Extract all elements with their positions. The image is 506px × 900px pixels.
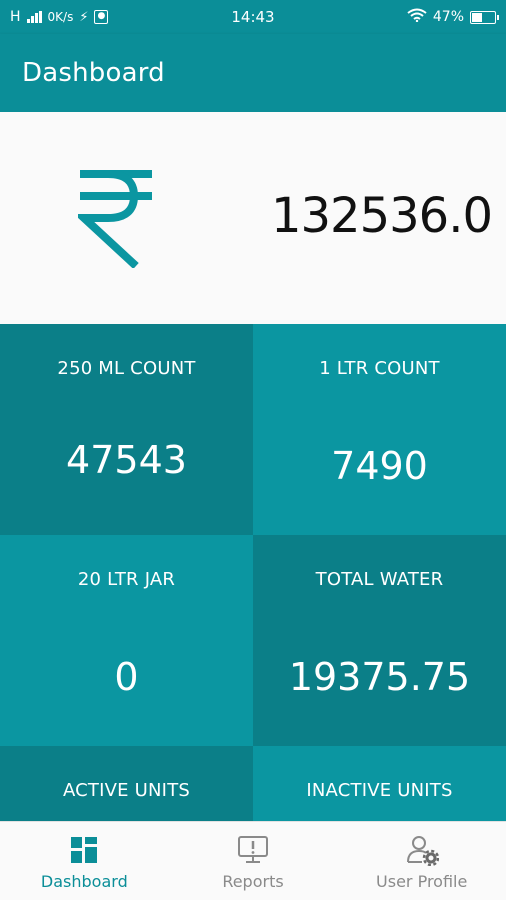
tile-inactive-units[interactable]: INACTIVE UNITS [253,746,506,821]
nav-item-reports[interactable]: Reports [169,822,338,900]
tile-label: TOTAL WATER [315,569,444,590]
nav-item-dashboard[interactable]: Dashboard [0,822,169,900]
battery-level-fill [472,12,482,22]
user-settings-icon [405,834,439,866]
tile-label: 250 ML COUNT [57,358,196,379]
tile-250ml-count[interactable]: 250 ML COUNT 47543 [0,324,253,535]
nav-label: Dashboard [40,872,128,891]
battery-icon [470,10,499,24]
wifi-icon [407,8,427,26]
signal-strength-icon [26,11,42,23]
notification-app-icon: ● [94,10,109,24]
total-amount: 132536.0 [270,188,493,244]
tile-label: ACTIVE UNITS [62,780,191,801]
nav-label: User Profile [376,872,468,891]
tile-total-water[interactable]: TOTAL WATER 19375.75 [253,535,506,746]
tile-value: 47543 [66,438,187,482]
tile-label: INACTIVE UNITS [306,780,453,801]
tile-value: 7490 [331,444,428,488]
network-type-label: H [10,9,21,25]
tile-value: 19375.75 [288,655,471,699]
page-title: Dashboard [22,58,165,88]
nav-item-user-profile[interactable]: User Profile [337,822,506,900]
status-bar: H 0K/s ⚡ ● 14:43 47% [0,0,506,34]
nav-label: Reports [222,872,284,891]
tile-value: 0 [114,655,139,699]
monitor-alert-icon [237,834,269,866]
network-speed: 0K/s [47,10,74,24]
bottom-navigation: Dashboard Reports User Profile [0,821,506,900]
app-bar: Dashboard [0,34,506,112]
tile-20ltr-jar[interactable]: 20 LTR JAR 0 [0,535,253,746]
tile-label: 1 LTR COUNT [319,358,440,379]
rupee-icon [78,170,152,268]
tile-1ltr-count[interactable]: 1 LTR COUNT 7490 [253,324,506,535]
tile-label: 20 LTR JAR [77,569,176,590]
usb-icon: ⚡ [79,9,89,25]
dashboard-grid-icon [70,834,98,866]
tile-active-units[interactable]: ACTIVE UNITS [0,746,253,821]
battery-percent: 47% [432,9,464,25]
